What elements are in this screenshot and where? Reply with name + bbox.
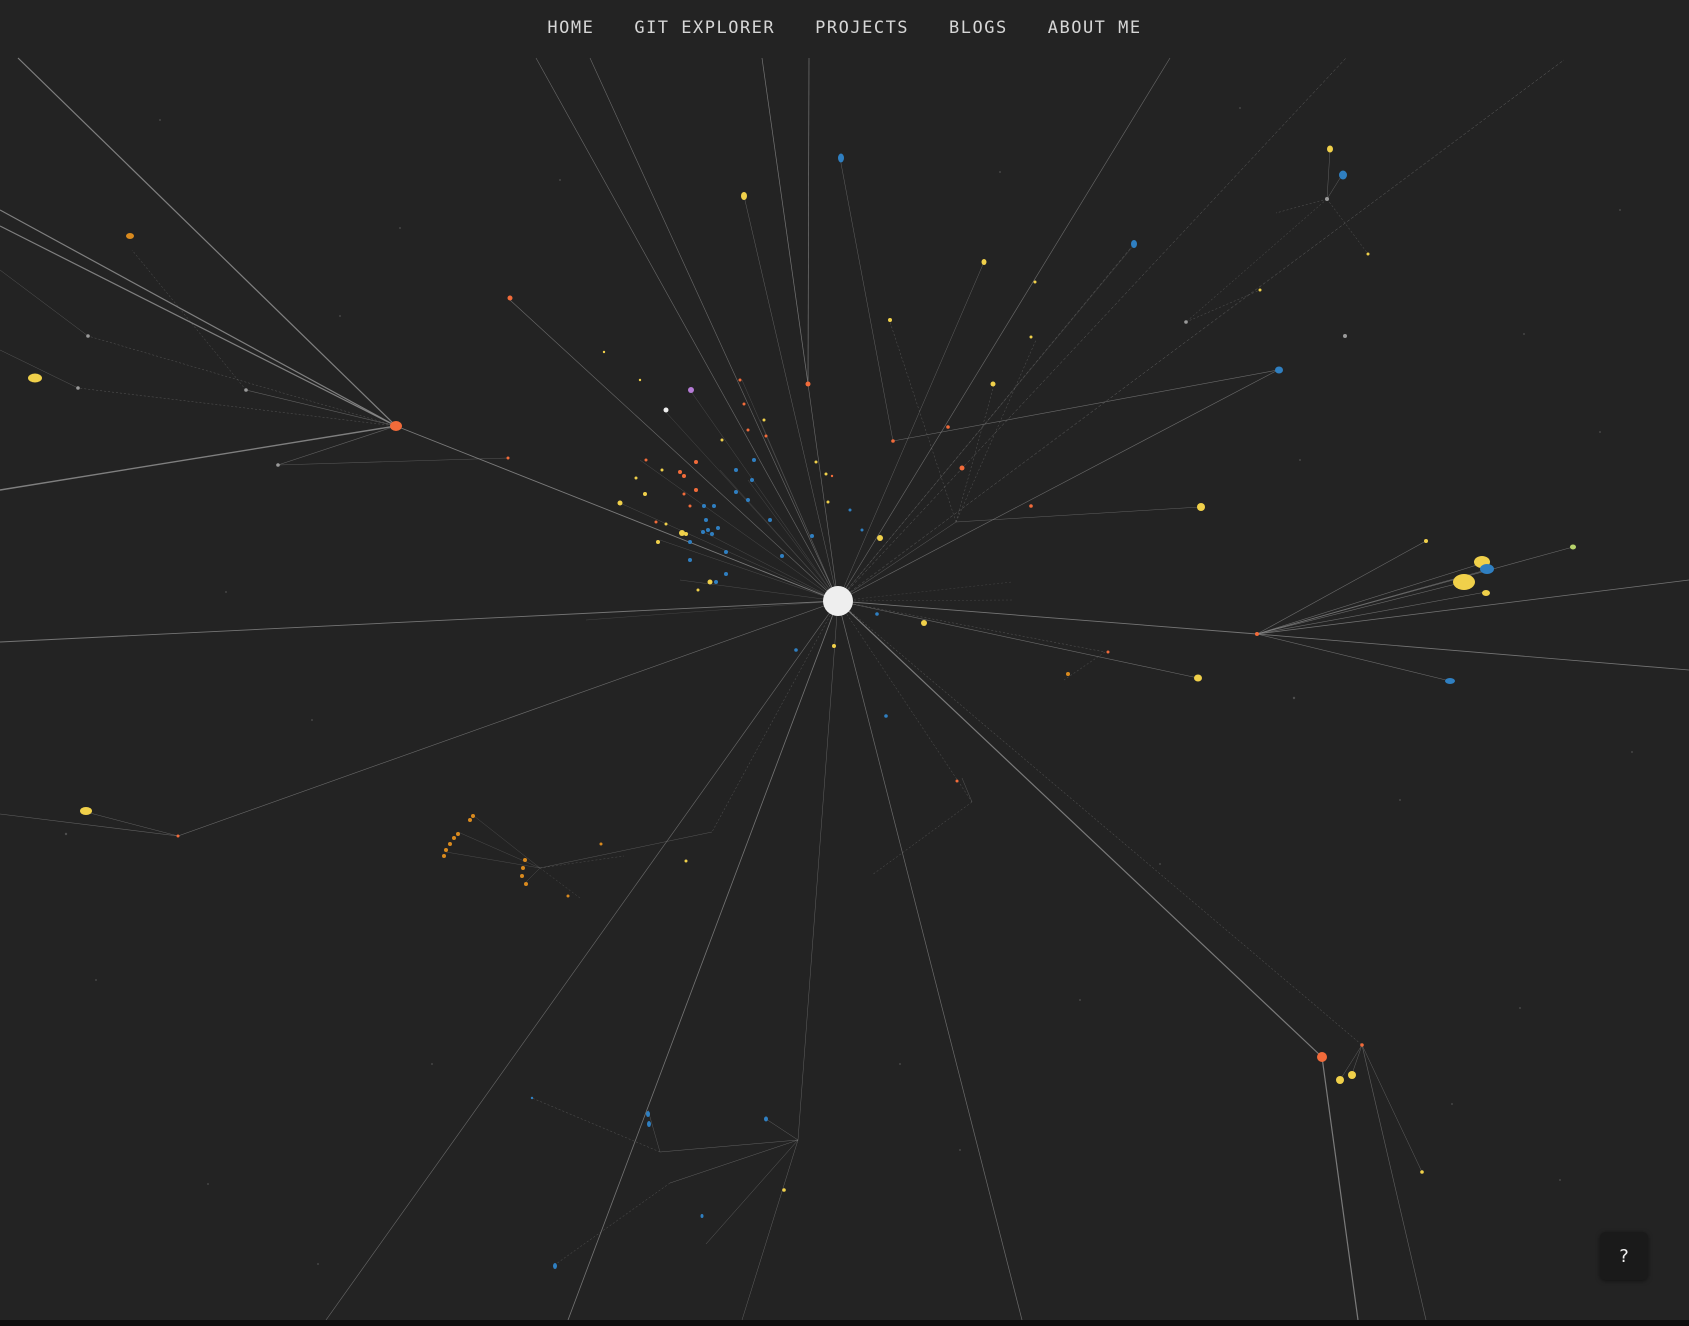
nav-home-link[interactable]: HOME xyxy=(547,18,594,38)
graph-node xyxy=(955,779,959,783)
graph-node xyxy=(524,882,528,886)
graph-node xyxy=(888,318,892,322)
node-cluster xyxy=(602,350,864,592)
graph-node xyxy=(448,842,452,846)
nav-about-me-link[interactable]: ABOUT ME xyxy=(1048,18,1142,38)
graph-node xyxy=(1480,564,1494,574)
force-graph-canvas[interactable] xyxy=(0,0,1689,1320)
graph-node xyxy=(1066,672,1070,676)
page: HOME GIT EXPLORER PROJECTS BLOGS ABOUT M… xyxy=(0,0,1689,1326)
graph-node xyxy=(1327,145,1333,153)
graph-node xyxy=(1033,280,1037,284)
graph-node xyxy=(28,373,42,383)
graph-node xyxy=(782,1188,786,1192)
graph-node xyxy=(1570,544,1576,550)
graph-node xyxy=(646,1111,650,1117)
graph-node xyxy=(244,388,248,392)
graph-node xyxy=(1420,1170,1424,1174)
bottom-bar xyxy=(0,1320,1689,1326)
graph-node xyxy=(990,381,996,387)
graph-node xyxy=(1445,678,1455,684)
graph-node xyxy=(471,814,475,818)
graph-node xyxy=(684,859,688,863)
graph-node xyxy=(794,648,798,652)
graph-node xyxy=(700,1214,704,1218)
graph-node xyxy=(76,386,80,390)
graph-node xyxy=(1184,320,1188,324)
graph-node xyxy=(1336,1076,1344,1084)
graph-node xyxy=(1453,574,1475,590)
graph-node xyxy=(1255,632,1259,636)
graph-node xyxy=(553,1263,557,1269)
graph-node xyxy=(1325,197,1329,201)
graph-node xyxy=(468,818,472,822)
graph-nodes xyxy=(28,107,1633,1269)
graph-node xyxy=(1131,240,1137,248)
graph-node xyxy=(1029,335,1033,339)
graph-node xyxy=(442,854,446,858)
graph-node xyxy=(1482,590,1490,596)
graph-node xyxy=(444,848,448,852)
graph-node xyxy=(921,620,927,626)
graph-node xyxy=(647,1121,651,1127)
graph-node xyxy=(1360,1043,1364,1047)
graph-node xyxy=(523,858,527,862)
graph-node xyxy=(521,866,525,870)
graph-node xyxy=(456,832,460,836)
graph-node xyxy=(1424,539,1428,543)
graph-node xyxy=(981,259,987,265)
graph-node xyxy=(1366,252,1370,256)
graph-node xyxy=(741,192,747,200)
nav-projects-link[interactable]: PROJECTS xyxy=(815,18,909,38)
graph-node xyxy=(520,874,524,878)
graph-node xyxy=(599,842,603,846)
graph-node xyxy=(805,381,811,387)
graph-node xyxy=(1197,503,1205,511)
graph-node xyxy=(1258,288,1262,292)
graph-node xyxy=(80,807,92,815)
graph-node xyxy=(959,465,965,471)
graph-node xyxy=(764,1116,768,1122)
graph-node xyxy=(1343,334,1347,338)
background-dots xyxy=(64,107,1633,1265)
root-node[interactable] xyxy=(823,586,853,616)
graph-edges xyxy=(0,57,1689,1320)
nav-git-explorer-link[interactable]: GIT EXPLORER xyxy=(634,18,775,38)
graph-node xyxy=(832,644,836,648)
graph-node xyxy=(838,153,844,163)
graph-node xyxy=(126,233,134,239)
graph-node xyxy=(452,836,456,840)
graph-node[interactable] xyxy=(1317,1052,1327,1062)
graph-node xyxy=(176,834,180,838)
graph-node xyxy=(946,425,950,429)
graph-node xyxy=(1029,504,1033,508)
graph-node xyxy=(688,387,694,393)
help-button[interactable]: ? xyxy=(1600,1232,1648,1280)
graph-node xyxy=(276,463,280,467)
graph-node xyxy=(506,456,510,460)
graph-node xyxy=(875,612,879,616)
top-navigation: HOME GIT EXPLORER PROJECTS BLOGS ABOUT M… xyxy=(0,0,1689,56)
graph-node xyxy=(1194,674,1202,682)
graph-node xyxy=(530,1096,534,1100)
graph-node xyxy=(663,407,669,413)
graph-node[interactable] xyxy=(390,421,402,431)
graph-node xyxy=(1275,366,1283,374)
nav-blogs-link[interactable]: BLOGS xyxy=(949,18,1008,38)
graph-node xyxy=(1106,650,1110,654)
graph-node xyxy=(891,439,895,443)
graph-node xyxy=(1348,1071,1356,1079)
graph-node xyxy=(86,334,90,338)
graph-node xyxy=(1339,170,1347,180)
graph-node xyxy=(877,535,883,541)
graph-node xyxy=(507,295,513,301)
graph-node xyxy=(884,714,888,718)
graph-node xyxy=(566,894,570,898)
